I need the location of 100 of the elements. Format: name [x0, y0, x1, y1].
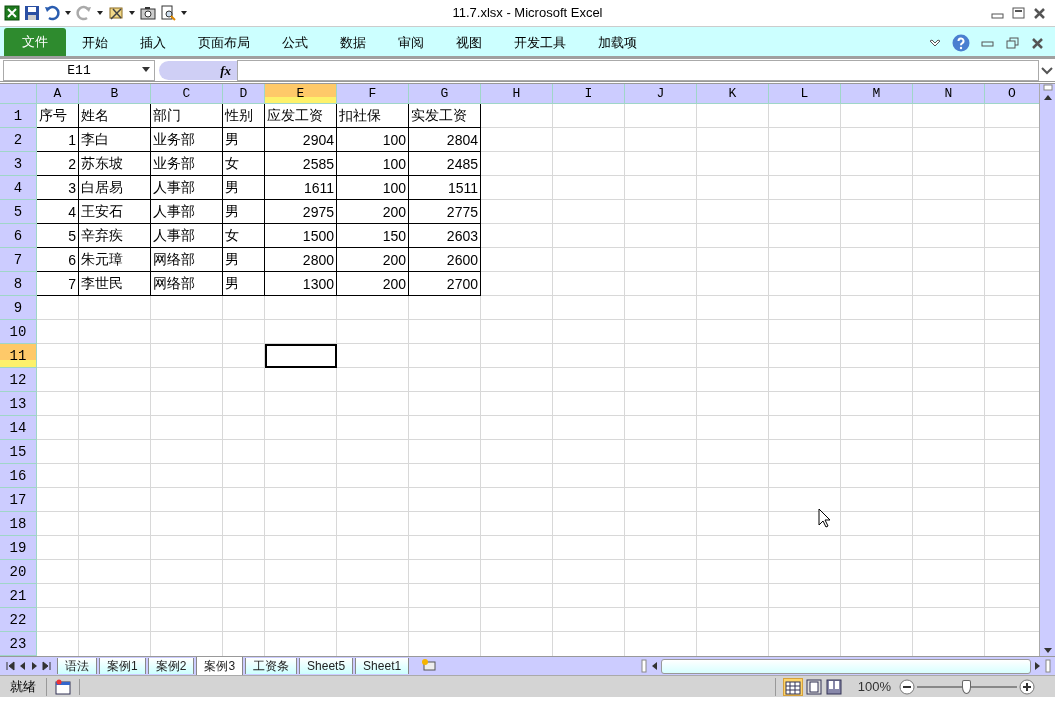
row-header[interactable]: 9 [0, 296, 37, 320]
row-header[interactable]: 20 [0, 560, 37, 584]
view-pagebreak-button[interactable] [824, 677, 843, 696]
split-handle-icon[interactable] [1045, 659, 1051, 673]
column-header[interactable]: M [841, 84, 913, 104]
column-header[interactable]: A [37, 84, 79, 104]
insert-function-button[interactable]: fx [220, 62, 231, 79]
customize-toolbar-icon[interactable] [180, 10, 188, 16]
column-header[interactable]: J [625, 84, 697, 104]
scroll-left-arrow-icon[interactable] [650, 661, 658, 671]
view-layout-button[interactable] [804, 677, 823, 696]
sheet-tab[interactable]: 案例2 [147, 658, 195, 674]
row-header[interactable]: 7 [0, 248, 37, 272]
ribbon-tab[interactable]: 数据 [324, 29, 382, 56]
record-macro-icon[interactable] [55, 678, 71, 695]
column-header[interactable]: F [337, 84, 409, 104]
zoom-in-icon[interactable] [1019, 678, 1035, 695]
table-cell: 苏东坡 [79, 152, 151, 176]
row-header[interactable]: 11 [0, 344, 37, 368]
maximize-icon[interactable] [1011, 6, 1026, 20]
ribbon-tab[interactable]: 文件 [4, 28, 66, 56]
row-header[interactable]: 3 [0, 152, 37, 176]
last-sheet-icon[interactable] [42, 661, 51, 671]
row-header[interactable]: 4 [0, 176, 37, 200]
row-header[interactable]: 16 [0, 464, 37, 488]
spreadsheet-logo-icon[interactable] [4, 5, 20, 21]
camera-icon[interactable] [140, 5, 156, 21]
table-cell: 100 [337, 176, 409, 200]
table-cell: 2 [37, 152, 79, 176]
sheet-tab[interactable]: 案例1 [99, 658, 146, 674]
sheet-tab[interactable]: 工资条 [245, 658, 298, 674]
row-header[interactable]: 21 [0, 584, 37, 608]
ribbon-tab[interactable]: 视图 [440, 29, 498, 56]
selected-cell[interactable] [265, 344, 337, 368]
ribbon-tab[interactable]: 开始 [66, 29, 124, 56]
vertical-scrollbar[interactable] [1039, 84, 1055, 656]
row-header[interactable]: 10 [0, 320, 37, 344]
close-icon[interactable] [1030, 35, 1045, 50]
tools-icon[interactable] [108, 5, 124, 21]
ribbon-tab[interactable]: 开发工具 [498, 29, 582, 56]
undo-icon[interactable] [44, 5, 60, 21]
column-header[interactable]: O [985, 84, 1039, 104]
name-box[interactable]: E11 [3, 60, 155, 81]
column-header[interactable]: N [913, 84, 985, 104]
table-cell: 网络部 [151, 272, 223, 296]
ribbon-tab[interactable]: 页面布局 [182, 29, 266, 56]
row-header[interactable]: 17 [0, 488, 37, 512]
new-sheet-icon[interactable] [421, 658, 438, 674]
row-header[interactable]: 13 [0, 392, 37, 416]
column-header[interactable]: C [151, 84, 223, 104]
sheet-tab[interactable]: 案例3 [196, 657, 244, 675]
restore-icon[interactable] [1005, 35, 1020, 50]
ribbon-tab[interactable]: 审阅 [382, 29, 440, 56]
ribbon-tab[interactable]: 公式 [266, 29, 324, 56]
print-preview-icon[interactable] [160, 5, 176, 21]
row-header[interactable]: 8 [0, 272, 37, 296]
close-icon[interactable] [1032, 6, 1047, 20]
ribbon-tab[interactable]: 加载项 [582, 29, 653, 56]
table-cell: 业务部 [151, 152, 223, 176]
column-header[interactable]: D [223, 84, 265, 104]
sheet-tab[interactable]: 语法 [57, 658, 97, 674]
scroll-right-arrow-icon[interactable] [1034, 661, 1042, 671]
column-header[interactable]: I [553, 84, 625, 104]
row-header[interactable]: 2 [0, 128, 37, 152]
first-sheet-icon[interactable] [6, 661, 15, 671]
row-header[interactable]: 1 [0, 104, 37, 128]
dropdown-caret-icon[interactable] [128, 10, 136, 16]
sheet-tab[interactable]: Sheet1 [355, 658, 410, 674]
row-header[interactable]: 15 [0, 440, 37, 464]
row-header[interactable]: 14 [0, 416, 37, 440]
sheet-tab[interactable]: Sheet5 [299, 658, 354, 674]
dropdown-caret-icon[interactable] [64, 10, 72, 16]
row-header[interactable]: 23 [0, 632, 37, 656]
row-header[interactable]: 6 [0, 224, 37, 248]
column-header[interactable]: L [769, 84, 841, 104]
formula-input[interactable] [237, 60, 1039, 81]
zoom-slider-thumb[interactable] [962, 679, 971, 694]
row-header[interactable]: 22 [0, 608, 37, 632]
column-header[interactable]: H [481, 84, 553, 104]
view-normal-button[interactable] [782, 677, 803, 696]
table-cell: 2804 [409, 128, 481, 152]
row-header[interactable]: 18 [0, 512, 37, 536]
dropdown-caret-icon[interactable] [96, 10, 104, 16]
column-header[interactable]: E [265, 84, 337, 104]
row-header[interactable]: 12 [0, 368, 37, 392]
previous-sheet-icon[interactable] [18, 661, 27, 671]
row-header[interactable]: 19 [0, 536, 37, 560]
next-sheet-icon[interactable] [30, 661, 39, 671]
save-icon[interactable] [24, 5, 40, 21]
split-handle-icon[interactable] [641, 659, 647, 673]
zoom-level: 100% [857, 679, 891, 694]
column-header[interactable]: K [697, 84, 769, 104]
zoom-out-icon[interactable] [899, 678, 915, 695]
ribbon-tab[interactable]: 插入 [124, 29, 182, 56]
table-cell: 5 [37, 224, 79, 248]
column-header[interactable]: G [409, 84, 481, 104]
column-header[interactable]: B [79, 84, 151, 104]
help-icon[interactable] [952, 33, 970, 52]
row-header[interactable]: 5 [0, 200, 37, 224]
table-cell: 1 [37, 128, 79, 152]
